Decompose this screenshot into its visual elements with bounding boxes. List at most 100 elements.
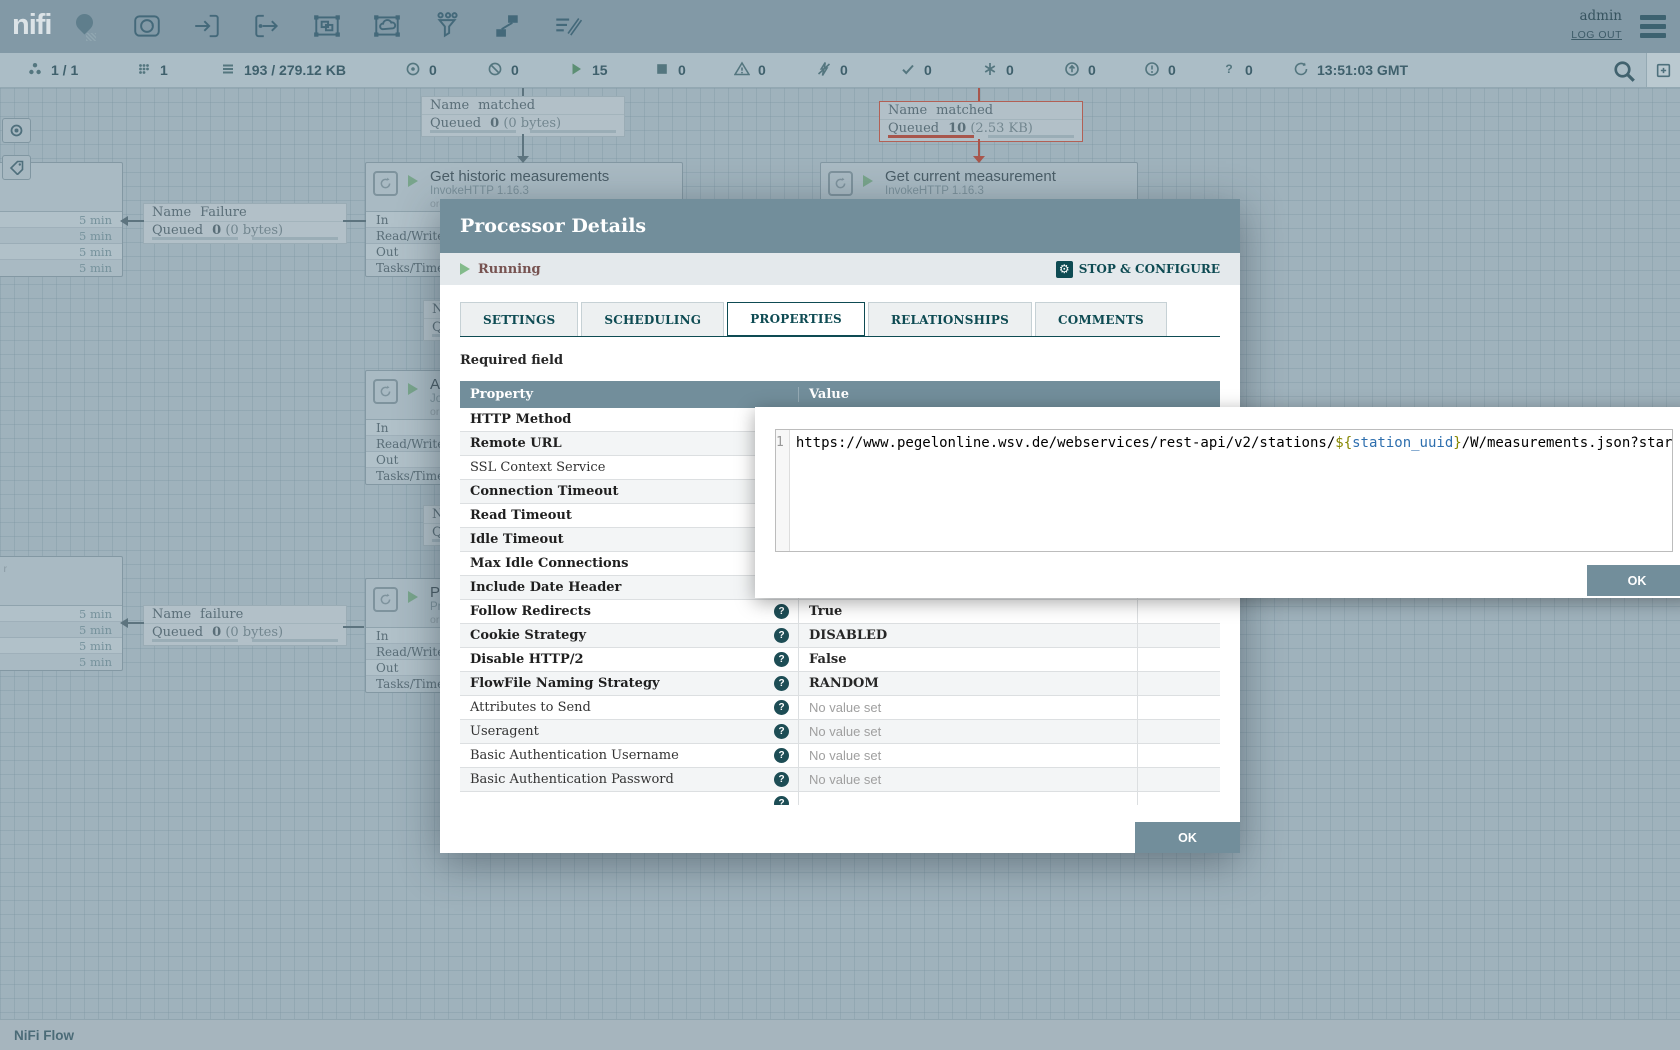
connection-arrow-icon: [120, 216, 128, 226]
connection-label[interactable]: NamematchedQueued10 (2.53 KB): [879, 101, 1083, 142]
tab-properties[interactable]: PROPERTIES: [727, 302, 865, 336]
locally-modified-stale-icon: [1144, 61, 1160, 80]
code-segment-plain: https://www.pegelonline.wsv.de/webservic…: [796, 435, 1335, 451]
editor-ok-button[interactable]: OK: [1587, 565, 1680, 596]
property-value: DISABLED: [798, 624, 1137, 647]
connection-label[interactable]: NamefailureQueued0 (0 bytes): [143, 605, 347, 646]
queue-icon: [220, 61, 236, 80]
app-header: nifi admin LOG OUT: [0, 0, 1680, 53]
property-name: Basic Authentication Password?: [460, 768, 798, 791]
nifi-drop-icon: [72, 10, 96, 34]
processor-status-row: Running ⚙ STOP & CONFIGURE: [440, 253, 1240, 285]
run-status-icon: [863, 175, 873, 187]
threads-count: 1: [160, 62, 168, 78]
template-icon[interactable]: [492, 11, 522, 41]
current-user: admin: [1571, 8, 1622, 24]
property-value: No value set: [798, 744, 1137, 767]
property-value: No value set: [798, 696, 1137, 719]
running-count: 15: [592, 62, 608, 78]
stopped-count: 0: [678, 62, 686, 78]
input-port-icon[interactable]: [192, 11, 222, 41]
stop-and-configure-button[interactable]: ⚙ STOP & CONFIGURE: [1056, 261, 1220, 278]
transmitting-icon: [405, 61, 421, 80]
property-name: Max Idle Connections?: [460, 552, 798, 575]
help-icon[interactable]: ?: [774, 748, 789, 763]
funnel-badge-icon[interactable]: [2, 118, 31, 143]
breadcrumb-bar: NiFi Flow: [0, 1019, 1680, 1050]
processor[interactable]: r5 min5 min5 min5 min: [0, 556, 123, 671]
connection-label[interactable]: NamematchedQueued0 (0 bytes): [421, 96, 625, 137]
property-value: False: [798, 648, 1137, 671]
dialog-title: Processor Details: [460, 215, 646, 237]
logout-link[interactable]: LOG OUT: [1571, 29, 1622, 41]
property-name: HTTP Method?: [460, 408, 798, 431]
global-menu-icon[interactable]: [1640, 15, 1666, 42]
tab-relationships[interactable]: RELATIONSHIPS: [868, 302, 1032, 336]
dialog-tabs: SETTINGSSCHEDULINGPROPERTIESRELATIONSHIP…: [460, 302, 1220, 337]
search-icon[interactable]: [1612, 59, 1636, 83]
run-status-icon: [408, 175, 418, 187]
processor-state-label: Running: [478, 262, 541, 277]
processor-icon[interactable]: [132, 11, 162, 41]
property-value: [798, 792, 1137, 805]
editor-code-input[interactable]: https://www.pegelonline.wsv.de/webservic…: [790, 430, 1673, 551]
tab-settings[interactable]: SETTINGS: [460, 302, 578, 336]
processor-stat-row: 5 min: [0, 622, 122, 638]
value-editor-popup: 1 https://www.pegelonline.wsv.de/webserv…: [755, 407, 1680, 598]
help-icon[interactable]: ?: [774, 628, 789, 643]
canvas-settings-icon[interactable]: [1646, 53, 1680, 87]
stat-sync-failure: ?0: [1221, 53, 1253, 87]
flow-status-bar: 1 / 11193 / 279.12 KB00150000000?0 13:51…: [0, 53, 1680, 88]
process-group-icon[interactable]: [312, 11, 342, 41]
processor-type-icon: [373, 171, 398, 196]
breadcrumb[interactable]: NiFi Flow: [14, 1028, 74, 1043]
processor-stat-row: 5 min: [0, 638, 122, 654]
connection-arrow-icon: [973, 156, 985, 163]
help-icon[interactable]: ?: [774, 604, 789, 619]
funnel-icon[interactable]: [432, 11, 462, 41]
help-icon[interactable]: ?: [774, 796, 789, 805]
svg-text:?: ?: [1225, 62, 1232, 76]
queue-count: 193 / 279.12 KB: [244, 62, 346, 78]
stat-transmitting: 0: [405, 53, 437, 87]
stale-icon: [1064, 61, 1080, 80]
last-refresh[interactable]: 13:51:03 GMT: [1293, 53, 1408, 87]
help-icon[interactable]: ?: [774, 772, 789, 787]
stat-cluster: 1 / 1: [27, 53, 78, 87]
connection-name: Namematched: [422, 97, 624, 115]
connection-line: [343, 220, 366, 222]
help-icon[interactable]: ?: [774, 676, 789, 691]
nifi-screen: nifi admin LOG OUT 1 / 1 1 193 / 279.12 KB…: [0, 0, 1680, 1050]
tab-comments[interactable]: COMMENTS: [1035, 302, 1167, 336]
tag-badge-icon[interactable]: [2, 155, 31, 180]
queue-size-bars: [430, 130, 616, 133]
connection-label[interactable]: NameFailureQueued0 (0 bytes): [143, 203, 347, 244]
label-icon[interactable]: [552, 11, 582, 41]
code-segment-plain: /W/measurements.json?start=P30D: [1462, 435, 1673, 451]
dialog-ok-button[interactable]: OK: [1135, 822, 1240, 853]
remote-process-group-icon[interactable]: [372, 11, 402, 41]
connection-name: Namefailure: [144, 606, 346, 624]
output-port-icon[interactable]: [252, 11, 282, 41]
connection-queued: Queued0 (0 bytes): [144, 222, 346, 237]
stat-locally-modified: 0: [982, 53, 1014, 87]
help-icon[interactable]: ?: [774, 652, 789, 667]
property-name: Connection Timeout?: [460, 480, 798, 503]
help-icon[interactable]: ?: [774, 700, 789, 715]
property-name: Attributes to Send?: [460, 696, 798, 719]
stale-count: 0: [1088, 62, 1096, 78]
queue-size-bars: [152, 237, 338, 240]
connection-line: [128, 622, 144, 624]
refresh-icon[interactable]: [1293, 61, 1309, 80]
invalid-count: 0: [758, 62, 766, 78]
connection-line: [978, 139, 980, 156]
up-to-date-count: 0: [924, 62, 932, 78]
stat-disabled: 0: [816, 53, 848, 87]
connection-name: NameFailure: [144, 204, 346, 222]
disabled-count: 0: [840, 62, 848, 78]
tab-scheduling[interactable]: SCHEDULING: [581, 302, 724, 336]
help-icon[interactable]: ?: [774, 724, 789, 739]
connection-line: [522, 134, 524, 156]
dialog-header: Processor Details: [440, 199, 1240, 253]
property-name: SSL Context Service?: [460, 456, 798, 479]
